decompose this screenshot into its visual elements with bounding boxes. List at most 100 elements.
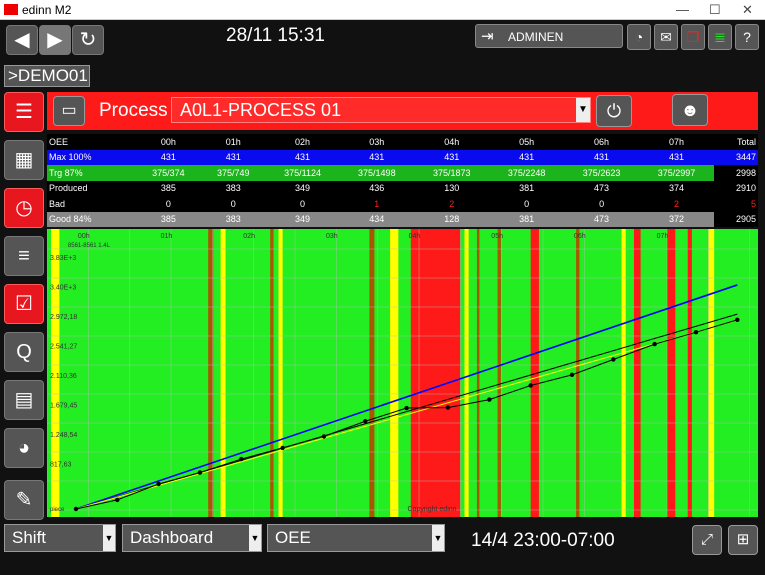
chart-point <box>404 405 409 411</box>
help-icon: ? <box>743 29 751 45</box>
checklist-button[interactable]: ☑ <box>4 284 44 324</box>
chart-band <box>633 229 641 517</box>
table-cell: 374 <box>639 180 714 196</box>
chart-band <box>708 229 715 517</box>
forward-button[interactable]: ▶ <box>39 25 71 55</box>
database-stack-icon: ≡ <box>18 245 30 267</box>
refresh-button[interactable]: ↻ <box>72 25 104 55</box>
user-name: ADMINEN <box>508 30 564 44</box>
checklist-icon: ☑ <box>15 293 33 315</box>
operators-button[interactable]: ☻ <box>672 94 708 126</box>
chart-point <box>569 372 575 378</box>
table-cell: Max 100% <box>47 149 136 165</box>
history-button[interactable]: ◷ <box>4 188 44 228</box>
chart-point <box>115 497 120 503</box>
chart-point <box>280 445 285 451</box>
table-cell: 01h <box>200 134 266 150</box>
table-cell: 431 <box>564 149 640 165</box>
table-cell: 349 <box>265 211 340 227</box>
x-tick-label: 01h <box>161 233 173 240</box>
back-button[interactable]: ◀ <box>6 25 38 55</box>
table-cell: 431 <box>489 149 565 165</box>
table-row-bad: Bad 0 0 0 1 2 0 0 2 5 <box>47 196 758 212</box>
table-cell: 383 <box>200 180 266 196</box>
users-icon: ☻ <box>680 100 700 120</box>
chart-band <box>667 229 676 517</box>
view-select-value: Dashboard <box>130 528 214 547</box>
chart-point <box>735 317 740 323</box>
pie-chart-icon: ◕ <box>17 437 31 459</box>
chart-point <box>652 341 657 347</box>
rss-button[interactable]: ◔ <box>627 24 651 50</box>
metric-select[interactable]: OEE ▼ <box>267 524 445 552</box>
settings-button[interactable]: ✎ <box>4 480 44 520</box>
chart-point <box>321 434 327 439</box>
chevron-down-icon: ▼ <box>249 525 261 551</box>
table-cell: Total <box>713 134 758 150</box>
table-cell: 434 <box>339 211 415 227</box>
rss-icon: ◔ <box>634 29 644 45</box>
quality-button[interactable]: Q <box>4 332 44 372</box>
production-button[interactable]: ▦ <box>4 140 44 180</box>
table-cell: 375/2248 <box>489 165 565 181</box>
shift-select[interactable]: Shift ▼ <box>4 524 116 552</box>
minimize-button[interactable]: — <box>676 2 689 17</box>
chart-point <box>73 506 79 512</box>
table-cell: 375/1498 <box>339 165 415 181</box>
power-button[interactable]: ⏻ <box>596 95 632 127</box>
metric-select-value: OEE <box>275 528 311 547</box>
reports-button[interactable]: ◕ <box>4 428 44 468</box>
maximize-button[interactable]: ☐ <box>709 2 721 18</box>
hierarchy-button[interactable]: ⊞ <box>728 525 758 555</box>
chart-point <box>239 456 244 462</box>
table-cell: 1 <box>339 196 415 212</box>
y-tick-label: 2.110,36 <box>50 373 77 380</box>
open-folder-button[interactable]: ▭ <box>53 96 85 126</box>
x-tick-label: 00h <box>78 233 90 240</box>
table-cell: OEE <box>47 134 136 150</box>
table-cell: 375/2997 <box>639 165 714 181</box>
table-row-good: Good 84% 385 383 349 434 128 381 473 372 2905 <box>47 211 758 227</box>
grid-button[interactable]: ▤ <box>4 380 44 420</box>
table-cell: 431 <box>414 149 490 165</box>
table-cell: 2998 <box>713 165 758 181</box>
mail-button[interactable]: ✉ <box>654 24 678 50</box>
chart-svg: 23h00h01h02h03h04h05h06h07h3.83E+33.40E+… <box>47 229 758 517</box>
chart-band <box>497 229 501 517</box>
chart-point <box>611 357 616 362</box>
breadcrumb[interactable]: >DEMO01 <box>4 65 90 87</box>
menu-button[interactable]: ☰ <box>4 92 44 132</box>
table-cell: 02h <box>265 134 340 150</box>
process-label: Process <box>99 100 168 121</box>
current-datetime: 28/11 15:31 <box>226 25 325 46</box>
expand-icon: ⤢ <box>700 531 713 548</box>
view-select[interactable]: Dashboard ▼ <box>122 524 262 552</box>
chart-point <box>445 405 451 410</box>
chart-band <box>687 229 692 517</box>
chart-point <box>693 330 699 335</box>
user-button[interactable]: ⇥ ADMINEN <box>475 24 623 48</box>
help-button[interactable]: ? <box>735 24 759 50</box>
process-select[interactable]: A0L1-PROCESS 01 ▼ <box>171 97 591 123</box>
chart-band <box>410 229 461 517</box>
refresh-icon: ↻ <box>79 29 97 51</box>
table-cell: 07h <box>639 134 714 150</box>
windows-button[interactable]: ❐ <box>681 24 705 50</box>
y-tick-label: 3.83E+3 <box>50 255 76 262</box>
boxes-icon: ▦ <box>14 149 34 171</box>
chart-annotation: 8561-8561 1.4L <box>68 243 111 249</box>
production-chart: 23h00h01h02h03h04h05h06h07h3.83E+33.40E+… <box>47 229 758 517</box>
data-button[interactable]: ≡ <box>4 236 44 276</box>
table-cell: 00h <box>135 134 201 150</box>
process-select-value: A0L1-PROCESS 01 <box>180 100 342 120</box>
shift-select-value: Shift <box>12 528 47 547</box>
fullscreen-button[interactable]: ⤢ <box>692 525 722 555</box>
grid-icon: ▤ <box>14 389 34 411</box>
database-button[interactable]: ≣ <box>708 24 732 50</box>
chart-point <box>528 383 533 388</box>
chart-band <box>278 229 283 517</box>
close-button[interactable]: ✕ <box>742 2 753 18</box>
chart-point <box>156 481 161 487</box>
arrow-left-icon: ◀ <box>14 29 30 51</box>
arrow-right-icon: ▶ <box>47 29 63 51</box>
